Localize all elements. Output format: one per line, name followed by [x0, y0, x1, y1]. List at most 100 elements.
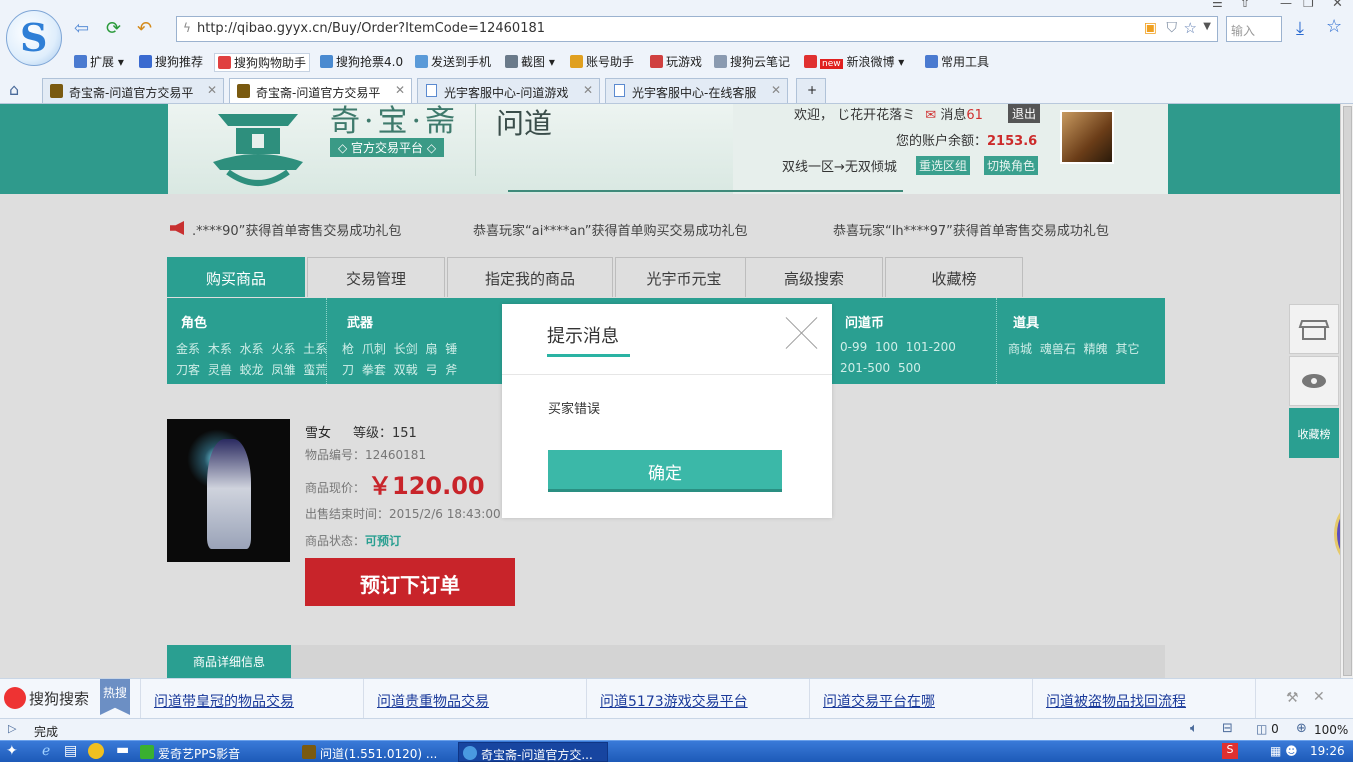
tab-advanced-search[interactable]: 高级搜索: [745, 257, 883, 297]
close-window-icon[interactable]: ✕: [1332, 0, 1343, 11]
category-links[interactable]: 商城 魂兽石 精魄 其它: [1008, 340, 1139, 357]
site-header: 奇·宝·斋 ◇ 官方交易平台 ◇ 问道 欢迎， じ花开花落ミ ✉ 消息61 退出…: [0, 104, 1340, 194]
ie-icon[interactable]: ℯ: [42, 743, 50, 759]
shop-icon[interactable]: [1289, 304, 1339, 354]
undo-icon[interactable]: ↶: [137, 18, 152, 39]
server-name: 双线一区→无双倾城: [782, 160, 897, 175]
blocked-counter[interactable]: ◫ 0: [1256, 722, 1279, 736]
tab-qibao-2[interactable]: 奇宝斋-问道官方交易平 ✕: [229, 78, 412, 103]
bookmark-play-games[interactable]: 玩游戏: [650, 53, 702, 70]
eye-icon[interactable]: [1289, 356, 1339, 406]
settings-icon[interactable]: ⚒: [1286, 690, 1299, 706]
tab-favorites-ranking[interactable]: 收藏榜: [885, 257, 1023, 297]
category-links[interactable]: 金系 木系 水系 火系 土系: [176, 340, 327, 357]
minimize-icon[interactable]: —: [1280, 0, 1292, 10]
vertical-scrollbar[interactable]: [1340, 104, 1353, 678]
close-tab-icon[interactable]: ✕: [395, 83, 405, 97]
volume-icon[interactable]: 🔈︎: [1190, 721, 1198, 736]
tab-service-1[interactable]: 光宇客服中心-问道游戏 ✕: [417, 78, 600, 103]
bookmark-screenshot[interactable]: 截图 ▾: [505, 53, 555, 70]
taskbar-item[interactable]: 问道(1.551.0120) ...: [298, 742, 452, 762]
category-links[interactable]: 刀客 灵兽 蛟龙 凤雏 蛮荒: [176, 361, 327, 378]
hot-search-link[interactable]: 问道被盗物品找回流程: [1046, 691, 1186, 711]
bookmark-send-to-phone[interactable]: 发送到手机: [415, 53, 491, 70]
favorites-star-icon[interactable]: ☆: [1326, 16, 1342, 37]
download-icon[interactable]: ⤓: [1296, 18, 1304, 39]
category-links[interactable]: 枪 爪刺 长剑 扇 锤: [342, 340, 457, 357]
address-bar[interactable]: ϟ http://qibao.gyyx.cn/Buy/Order?ItemCod…: [176, 16, 1218, 42]
tab-product-details[interactable]: 商品详细信息: [167, 645, 291, 678]
sogou-browser-logo[interactable]: S: [6, 10, 62, 66]
mail-icon[interactable]: ✉: [925, 108, 936, 123]
url-text[interactable]: http://qibao.gyyx.cn/Buy/Order?ItemCode=…: [197, 21, 545, 36]
close-tab-icon[interactable]: ✕: [771, 83, 781, 97]
tab-qibao-1[interactable]: 奇宝斋-问道官方交易平 ✕: [42, 78, 224, 103]
close-tab-icon[interactable]: ✕: [207, 83, 217, 97]
browser-search-input[interactable]: 输入: [1226, 16, 1282, 42]
tab-service-2[interactable]: 光宇客服中心-在线客服 ✕: [605, 78, 788, 103]
close-hotbar-icon[interactable]: ✕: [1313, 689, 1325, 705]
sogou-tray-icon[interactable]: S: [1222, 743, 1238, 759]
bookmark-account-helper[interactable]: 账号助手: [570, 53, 634, 70]
message-count[interactable]: 61: [966, 108, 983, 123]
avatar[interactable]: [1060, 110, 1114, 164]
close-icon[interactable]: [786, 317, 818, 349]
place-order-button[interactable]: 预订下订单: [305, 558, 515, 606]
home-icon[interactable]: ⌂: [9, 80, 19, 99]
brand-subtitle: ◇ 官方交易平台 ◇: [330, 138, 445, 157]
refresh-icon[interactable]: ⟳: [106, 18, 121, 39]
page-action-icon[interactable]: ▣: [1144, 20, 1157, 36]
new-tab-button[interactable]: +: [796, 78, 826, 103]
start-icon[interactable]: ✦: [6, 743, 18, 759]
confirm-button[interactable]: 确定: [548, 450, 782, 492]
chevron-down-icon[interactable]: ▼: [1203, 21, 1211, 32]
temple-logo-icon: [213, 114, 303, 186]
restore-icon[interactable]: ❐: [1303, 0, 1314, 10]
logout-button[interactable]: 退出: [1008, 104, 1041, 123]
favorites-ranking-button[interactable]: 收藏榜: [1289, 408, 1339, 458]
bookmark-common-tools[interactable]: 常用工具: [925, 53, 989, 70]
hot-search-link[interactable]: 问道带皇冠的物品交易: [154, 691, 294, 711]
welcome-text: 欢迎， じ花开花落ミ ✉ 消息61: [794, 108, 983, 123]
skin-icon[interactable]: ⇧: [1240, 0, 1250, 10]
bookmark-cloud-notes[interactable]: 搜狗云笔记: [714, 53, 790, 70]
tab-buy-goods[interactable]: 购买商品: [167, 257, 305, 297]
tray-icons[interactable]: ▦ ☻: [1270, 744, 1298, 758]
quick-launch-icon[interactable]: ▬: [116, 742, 129, 758]
menu-icon[interactable]: ☰: [1212, 0, 1223, 10]
browser-toolbar: S ⇦ ⟳ ↶ ϟ http://qibao.gyyx.cn/Buy/Order…: [0, 0, 1353, 104]
app-icon[interactable]: [88, 743, 104, 759]
category-item: 道具 商城 魂兽石 精魄 其它: [999, 298, 1165, 384]
reselect-server-button[interactable]: 重选区组: [916, 156, 971, 175]
bookmark-ticket[interactable]: 搜狗抢票4.0: [320, 53, 403, 70]
star-icon[interactable]: ☆: [1184, 19, 1197, 37]
zoom-level[interactable]: 100%: [1314, 723, 1348, 737]
folder-icon[interactable]: ▤: [64, 743, 77, 759]
ticker-item: 恭喜玩家“lh****97”获得首单寄售交易成功礼包: [833, 224, 1109, 239]
tab-trade-management[interactable]: 交易管理: [307, 257, 445, 297]
shield-icon[interactable]: ⛉: [1167, 20, 1178, 36]
bookmark-extensions[interactable]: 扩展 ▾: [74, 53, 124, 70]
hot-search-link[interactable]: 问道5173游戏交易平台: [600, 691, 748, 711]
taskbar-item[interactable]: 爱奇艺PPS影音: [136, 742, 296, 762]
sogou-search-logo[interactable]: 搜狗搜索: [4, 687, 89, 709]
switch-role-button[interactable]: 切换角色: [984, 156, 1039, 175]
bookmark-shopping-assistant[interactable]: 搜狗购物助手: [214, 53, 311, 72]
device-icon[interactable]: ⊟: [1222, 721, 1233, 736]
category-links[interactable]: 0-99 100 101-200: [840, 340, 956, 354]
category-links[interactable]: 201-500 500: [840, 361, 921, 375]
zoom-icon[interactable]: ⊕: [1296, 721, 1307, 736]
hot-search-link[interactable]: 问道贵重物品交易: [377, 691, 489, 711]
product-image[interactable]: [167, 419, 290, 562]
back-icon[interactable]: ⇦: [74, 18, 89, 39]
taskbar-item[interactable]: 奇宝斋-问道官方交...: [458, 742, 608, 762]
message-label[interactable]: 消息: [940, 108, 966, 123]
close-tab-icon[interactable]: ✕: [583, 83, 593, 97]
category-links[interactable]: 刀 拳套 双戟 弓 斧: [342, 361, 457, 378]
tab-designated-goods[interactable]: 指定我的商品: [447, 257, 613, 297]
tab-coins[interactable]: 光宇币元宝: [615, 257, 753, 297]
bookmark-weibo[interactable]: new 新浪微博 ▾: [804, 53, 904, 70]
hot-search-link[interactable]: 问道交易平台在哪: [823, 691, 935, 711]
bookmark-sogou-recommend[interactable]: 搜狗推荐: [139, 53, 203, 70]
sidebar-toggle-icon[interactable]: ▷: [8, 722, 16, 735]
